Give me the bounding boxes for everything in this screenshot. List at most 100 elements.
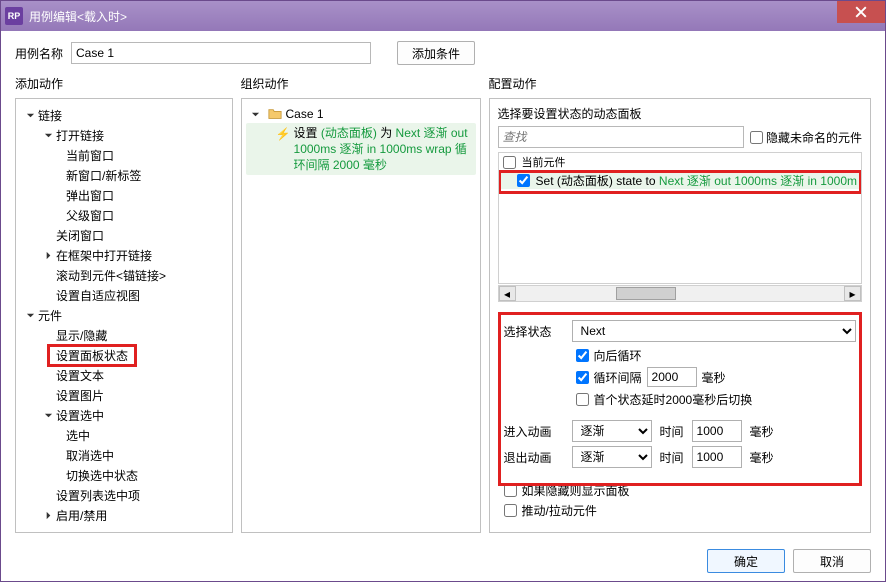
tree-set-text[interactable]: 设置文本 bbox=[20, 365, 228, 385]
panel-list: 当前元件 Set (动态面板) state to Next 逐渐 out 100… bbox=[498, 152, 862, 284]
add-condition-button[interactable]: 添加条件 bbox=[397, 41, 475, 65]
columns: 添加动作 链接 打开链接 当前窗口 新窗口/新标签 弹出窗口 父级窗口 关闭窗口 bbox=[1, 75, 885, 541]
enter-anim-dropdown[interactable]: 逐渐 bbox=[572, 420, 652, 442]
select-state-row: 选择状态 Next bbox=[504, 318, 856, 344]
tree-scroll-to[interactable]: 滚动到元件<锚链接> bbox=[20, 265, 228, 285]
bottom-checks: 如果隐藏则显示面板 推动/拉动元件 bbox=[490, 476, 870, 524]
action-node[interactable]: ⚡ 设置 (动态面板) 为 Next 逐渐 out 1000ms 逐渐 in 1… bbox=[246, 123, 476, 175]
case-name-input[interactable] bbox=[71, 42, 371, 64]
search-input[interactable] bbox=[498, 126, 744, 148]
loop-back-row: 向后循环 bbox=[504, 344, 856, 366]
loop-interval-label: 循环间隔 bbox=[594, 369, 642, 386]
tree-open-link[interactable]: 打开链接 bbox=[20, 125, 228, 145]
tree-unselected[interactable]: 取消选中 bbox=[20, 445, 228, 465]
close-icon bbox=[855, 6, 867, 18]
tree-set-panel-state[interactable]: 设置面板状态 bbox=[20, 345, 228, 365]
push-pull-label: 推动/拉动元件 bbox=[522, 502, 597, 519]
hide-unnamed-label[interactable]: 隐藏未命名的元件 bbox=[750, 129, 862, 146]
set-state-row[interactable]: Set (动态面板) state to Next 逐渐 out 1000ms 逐… bbox=[499, 171, 861, 189]
tree-links[interactable]: 链接 bbox=[20, 105, 228, 125]
tree-toggle-selected[interactable]: 切换选中状态 bbox=[20, 465, 228, 485]
tree-open-in-frame[interactable]: 在框架中打开链接 bbox=[20, 245, 228, 265]
tree-set-list-option[interactable]: 设置列表选中项 bbox=[20, 485, 228, 505]
footer: 确定 取消 bbox=[1, 541, 885, 581]
organize-column: 组织动作 Case 1 ⚡ 设置 (动态面板) 为 Next 逐渐 out 10… bbox=[241, 75, 481, 533]
first-state-delay-label: 首个状态延时2000毫秒后切换 bbox=[594, 391, 753, 408]
tree-show-hide[interactable]: 显示/隐藏 bbox=[20, 325, 228, 345]
current-widget-row[interactable]: 当前元件 bbox=[499, 153, 861, 171]
tree-set-image[interactable]: 设置图片 bbox=[20, 385, 228, 405]
add-action-header: 添加动作 bbox=[15, 75, 233, 98]
current-widget-checkbox[interactable] bbox=[503, 156, 516, 169]
add-action-tree: 链接 打开链接 当前窗口 新窗口/新标签 弹出窗口 父级窗口 关闭窗口 在框架中… bbox=[15, 98, 233, 533]
chevron-right-icon bbox=[42, 509, 54, 521]
case-node-label: Case 1 bbox=[286, 107, 324, 121]
select-state-dropdown[interactable]: Next bbox=[572, 320, 856, 342]
case-node[interactable]: Case 1 bbox=[246, 105, 476, 123]
case-name-row: 用例名称 添加条件 bbox=[1, 31, 885, 75]
titlebar: RP 用例编辑<载入时> bbox=[1, 1, 885, 31]
app-icon: RP bbox=[5, 7, 23, 25]
show-if-hidden-label: 如果隐藏则显示面板 bbox=[522, 482, 630, 499]
tree-current-window[interactable]: 当前窗口 bbox=[20, 145, 228, 165]
loop-interval-checkbox[interactable] bbox=[576, 371, 589, 384]
tree-adaptive[interactable]: 设置自适应视图 bbox=[20, 285, 228, 305]
hide-unnamed-checkbox[interactable] bbox=[750, 131, 763, 144]
enter-time-label: 时间 bbox=[660, 423, 684, 440]
case-name-label: 用例名称 bbox=[15, 45, 63, 62]
scroll-thumb[interactable] bbox=[616, 287, 676, 300]
chevron-down-icon bbox=[24, 309, 36, 321]
chevron-down-icon bbox=[250, 108, 262, 120]
loop-back-checkbox[interactable] bbox=[576, 349, 589, 362]
select-state-label: 选择状态 bbox=[504, 323, 564, 340]
first-state-delay-checkbox[interactable] bbox=[576, 393, 589, 406]
ok-button[interactable]: 确定 bbox=[707, 549, 785, 573]
tree-selected[interactable]: 选中 bbox=[20, 425, 228, 445]
enter-time-input[interactable] bbox=[692, 420, 742, 442]
search-row: 隐藏未命名的元件 bbox=[490, 126, 870, 152]
add-action-column: 添加动作 链接 打开链接 当前窗口 新窗口/新标签 弹出窗口 父级窗口 关闭窗口 bbox=[15, 75, 233, 533]
loop-back-label: 向后循环 bbox=[594, 347, 642, 364]
chevron-down-icon bbox=[42, 129, 54, 141]
exit-anim-dropdown[interactable]: 逐渐 bbox=[572, 446, 652, 468]
enter-anim-row: 进入动画 逐渐 时间 毫秒 bbox=[504, 418, 856, 444]
tree-new-window[interactable]: 新窗口/新标签 bbox=[20, 165, 228, 185]
tree-popup-window[interactable]: 弹出窗口 bbox=[20, 185, 228, 205]
bolt-icon: ⚡ bbox=[276, 127, 290, 141]
state-config: 选择状态 Next 向后循环 循环间隔 毫秒 bbox=[498, 312, 862, 476]
exit-time-unit: 毫秒 bbox=[750, 449, 774, 466]
enter-time-unit: 毫秒 bbox=[750, 423, 774, 440]
horizontal-scrollbar[interactable]: ◂ ▸ bbox=[498, 285, 862, 302]
scroll-left-arrow[interactable]: ◂ bbox=[499, 286, 516, 301]
tree-parent-window[interactable]: 父级窗口 bbox=[20, 205, 228, 225]
configure-body: 选择要设置状态的动态面板 隐藏未命名的元件 当前元件 Set (动态面板) st… bbox=[489, 98, 871, 533]
scroll-right-arrow[interactable]: ▸ bbox=[844, 286, 861, 301]
exit-time-label: 时间 bbox=[660, 449, 684, 466]
loop-interval-input[interactable] bbox=[647, 367, 697, 387]
folder-icon bbox=[268, 107, 282, 121]
tree-set-selected[interactable]: 设置选中 bbox=[20, 405, 228, 425]
exit-anim-label: 退出动画 bbox=[504, 449, 564, 466]
configure-column: 配置动作 选择要设置状态的动态面板 隐藏未命名的元件 当前元件 bbox=[489, 75, 871, 533]
show-if-hidden-row: 如果隐藏则显示面板 bbox=[504, 480, 856, 500]
dialog-window: RP 用例编辑<载入时> 用例名称 添加条件 添加动作 链接 bbox=[0, 0, 886, 582]
action-text: 设置 (动态面板) 为 Next 逐渐 out 1000ms 逐渐 in 100… bbox=[294, 125, 472, 173]
first-state-delay-row: 首个状态延时2000毫秒后切换 bbox=[504, 388, 856, 410]
cancel-button[interactable]: 取消 bbox=[793, 549, 871, 573]
exit-time-input[interactable] bbox=[692, 446, 742, 468]
enter-anim-label: 进入动画 bbox=[504, 423, 564, 440]
set-state-checkbox[interactable] bbox=[517, 174, 530, 187]
chevron-down-icon bbox=[42, 409, 54, 421]
tree-close-window[interactable]: 关闭窗口 bbox=[20, 225, 228, 245]
select-panel-label: 选择要设置状态的动态面板 bbox=[490, 99, 870, 126]
exit-anim-row: 退出动画 逐渐 时间 毫秒 bbox=[504, 444, 856, 470]
show-if-hidden-checkbox[interactable] bbox=[504, 484, 517, 497]
configure-header: 配置动作 bbox=[489, 75, 871, 98]
push-pull-checkbox[interactable] bbox=[504, 504, 517, 517]
set-state-text: Set (动态面板) state to Next 逐渐 out 1000ms 逐… bbox=[536, 172, 857, 189]
close-button[interactable] bbox=[837, 1, 885, 23]
tree-enable-disable[interactable]: 启用/禁用 bbox=[20, 505, 228, 525]
tree-widgets[interactable]: 元件 bbox=[20, 305, 228, 325]
push-pull-row: 推动/拉动元件 bbox=[504, 500, 856, 520]
loop-interval-unit: 毫秒 bbox=[702, 369, 726, 386]
